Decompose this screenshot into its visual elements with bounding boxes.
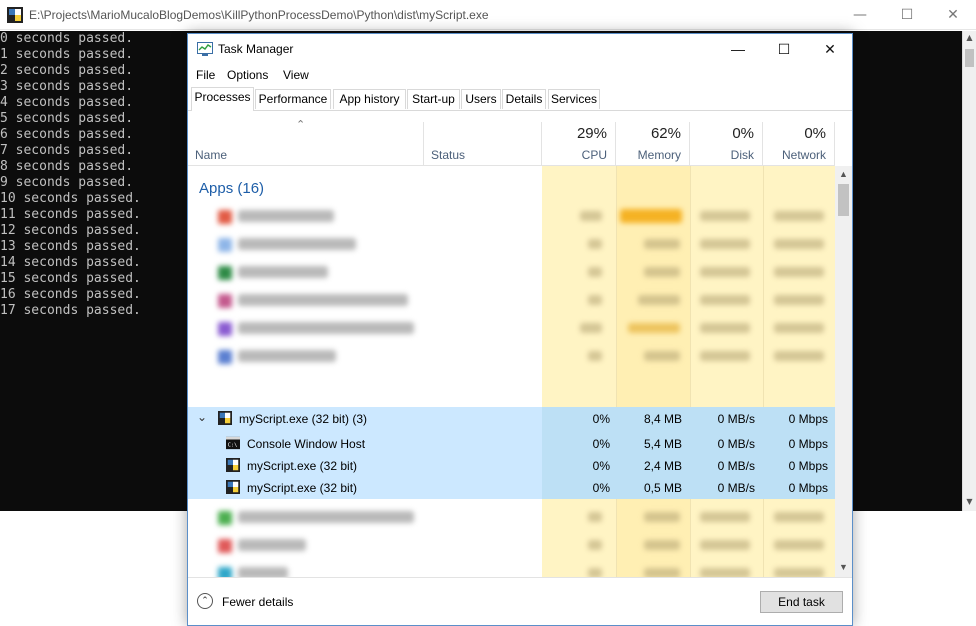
console-scrollbar[interactable]: ▲ ▼ [962,31,976,511]
child-memory: 0,5 MB [643,481,682,495]
process-memory: 8,4 MB [643,412,682,426]
tab-startup[interactable]: Start-up [407,89,460,109]
scroll-down-icon[interactable]: ▼ [963,497,976,506]
child-network: 0 Mbps [788,481,828,495]
child-disk: 0 MB/s [717,459,755,473]
tab-bar: Processes Performance App history Start-… [188,87,852,111]
blurred-process-row[interactable] [188,343,835,371]
python-app-icon [218,411,232,425]
tm-minimize-button[interactable]: — [715,34,761,64]
child-cpu: 0% [592,481,610,495]
child-process-row[interactable]: myScript.exe (32 bit) 0% 2,4 MB 0 MB/s 0… [188,455,835,477]
tab-services[interactable]: Services [548,89,600,109]
blurred-process-row[interactable] [188,315,835,343]
apps-group-header[interactable]: Apps (16) [199,180,264,197]
column-header-disk[interactable]: 0% Disk [690,122,763,166]
blurred-process-row[interactable] [188,560,835,577]
blurred-process-row[interactable] [188,504,835,532]
chevron-up-circle-icon[interactable]: ⌃ [197,593,213,609]
column-header-network[interactable]: 0% Network [763,122,835,166]
process-list-scrollbar[interactable]: ▲ ▼ [835,166,852,577]
scroll-down-icon[interactable]: ▼ [835,562,852,572]
column-header-status[interactable]: Status [424,122,542,166]
close-button[interactable]: ✕ [930,0,976,30]
disk-total: 0% [732,125,754,142]
python-app-icon [7,7,23,23]
column-header-memory[interactable]: 62% Memory [616,122,690,166]
console-window-icon: C:\ [226,436,240,450]
process-cpu: 0% [592,412,610,426]
sort-ascending-icon: ⌃ [296,119,306,131]
footer: ⌃ Fewer details End task [188,577,852,625]
tm-close-button[interactable]: ✕ [807,34,853,64]
scroll-up-icon[interactable]: ▲ [963,33,976,42]
process-name: myScript.exe (32 bit) (3) [239,412,368,426]
end-task-button[interactable]: End task [760,591,843,613]
task-manager-window: Task Manager — ☐ ✕ File Options View Pro… [187,33,853,626]
process-list: Apps (16) ⌄ myScript.exe (32 bit) (3) 0%… [188,166,835,577]
svg-text:C:\: C:\ [228,443,237,449]
chevron-down-icon[interactable]: ⌄ [197,410,207,424]
child-network: 0 Mbps [788,459,828,473]
child-process-name: myScript.exe (32 bit) [247,459,358,473]
process-row-myscript[interactable]: ⌄ myScript.exe (32 bit) (3) 0% 8,4 MB 0 … [188,408,835,430]
scroll-thumb[interactable] [965,49,974,67]
child-process-name: myScript.exe (32 bit) [247,481,358,495]
menu-view[interactable]: View [283,68,309,82]
tab-details[interactable]: Details [502,89,546,109]
child-memory: 2,4 MB [643,459,682,473]
child-process-row[interactable]: myScript.exe (32 bit) 0% 0,5 MB 0 MB/s 0… [188,477,835,499]
minimize-button[interactable]: — [837,0,883,30]
blurred-process-row[interactable] [188,259,835,287]
column-header-cpu[interactable]: 29% CPU [542,122,616,166]
blurred-process-row[interactable] [188,532,835,560]
scroll-up-icon[interactable]: ▲ [835,169,852,179]
tab-users[interactable]: Users [461,89,501,109]
console-titlebar: E:\Projects\MarioMucaloBlogDemos\KillPyt… [0,0,976,30]
window-title: Task Manager [218,42,294,56]
network-total: 0% [804,125,826,142]
memory-total: 62% [650,125,681,142]
tab-app-history[interactable]: App history [333,89,406,109]
child-memory: 5,4 MB [643,437,682,451]
tab-performance[interactable]: Performance [255,89,331,109]
process-disk: 0 MB/s [717,412,755,426]
fewer-details-link[interactable]: Fewer details [222,595,293,609]
cpu-total: 29% [576,125,607,142]
menu-options[interactable]: Options [227,68,268,82]
child-process-row[interactable]: C:\ Console Window Host 0% 5,4 MB 0 MB/s… [188,433,835,455]
process-network: 0 Mbps [788,412,828,426]
task-manager-icon [197,42,213,56]
child-process-name: Console Window Host [247,437,366,451]
scroll-thumb[interactable] [838,184,849,216]
child-disk: 0 MB/s [717,481,755,495]
task-manager-titlebar: Task Manager — ☐ ✕ [188,34,852,64]
maximize-button[interactable]: ☐ [884,0,930,30]
child-disk: 0 MB/s [717,437,755,451]
console-window-title: E:\Projects\MarioMucaloBlogDemos\KillPyt… [29,8,489,22]
blurred-process-row[interactable] [188,203,835,231]
python-app-icon [226,480,240,494]
blurred-process-row[interactable] [188,287,835,315]
column-header-name[interactable]: ⌃ Name [188,119,424,166]
menu-bar: File Options View [188,65,852,85]
child-network: 0 Mbps [788,437,828,451]
python-app-icon [226,458,240,472]
child-cpu: 0% [592,459,610,473]
menu-file[interactable]: File [196,68,215,82]
blurred-process-row[interactable] [188,231,835,259]
tab-processes[interactable]: Processes [191,87,254,111]
child-cpu: 0% [592,437,610,451]
tm-maximize-button[interactable]: ☐ [761,34,807,64]
